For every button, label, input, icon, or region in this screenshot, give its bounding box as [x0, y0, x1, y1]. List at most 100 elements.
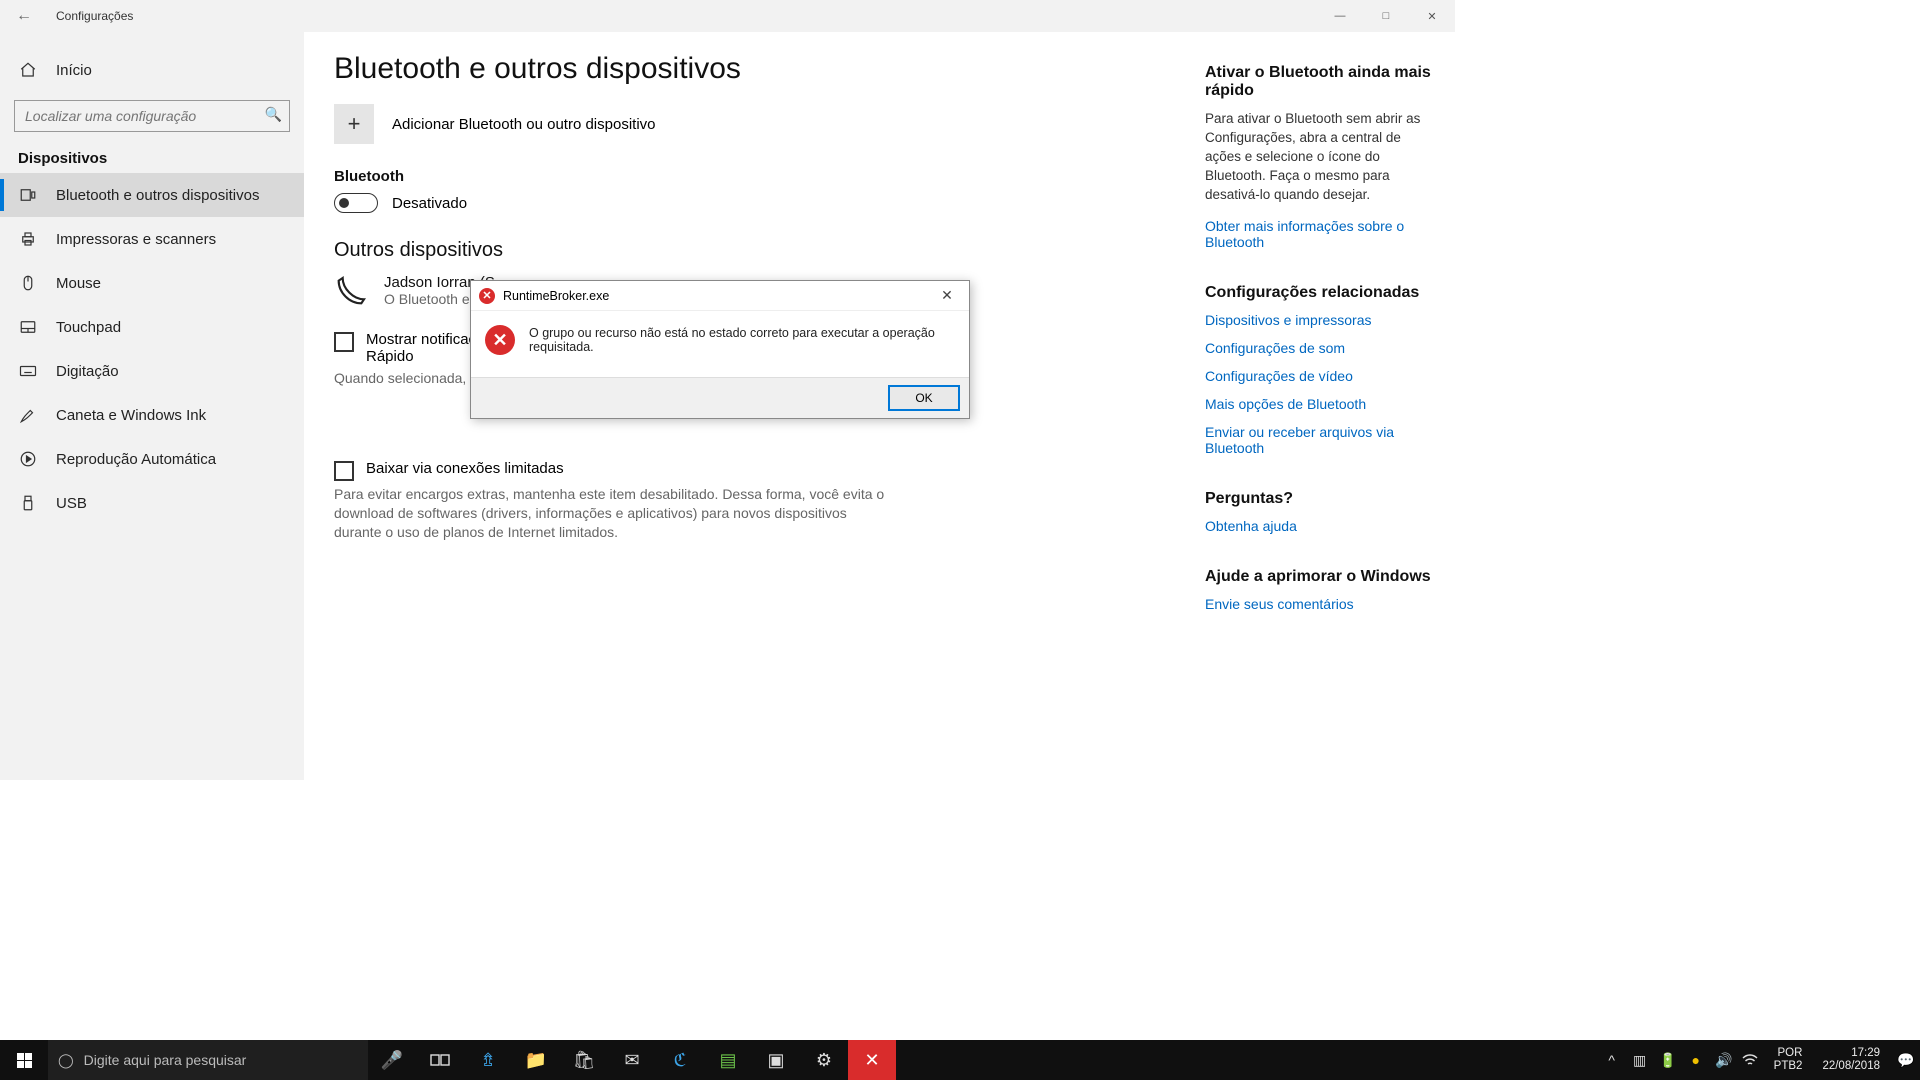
dialog-ok-button[interactable]: OK — [889, 386, 959, 410]
tray-date: 22/08/2018 — [1822, 1060, 1880, 1073]
action-center-icon[interactable]: 💬 — [1896, 1052, 1916, 1069]
taskbar-search[interactable]: ◯ Digite aqui para pesquisar — [48, 1040, 368, 1080]
sidebar-item-printers[interactable]: Impressoras e scanners — [0, 217, 304, 261]
dialog-titlebar: ✕ RuntimeBroker.exe ✕ — [471, 281, 969, 311]
sidebar-item-touchpad[interactable]: Touchpad — [0, 305, 304, 349]
usb-icon — [18, 494, 38, 512]
keyboard-icon — [18, 362, 38, 380]
titlebar: ← Configurações — □ ✕ — [0, 0, 1455, 32]
pen-icon — [18, 406, 38, 424]
tip-link[interactable]: Obter mais informações sobre o Bluetooth — [1205, 218, 1433, 250]
search-box[interactable]: 🔍 — [14, 100, 290, 132]
related-link-more-bt[interactable]: Mais opções de Bluetooth — [1205, 396, 1433, 412]
sidebar-item-typing[interactable]: Digitação — [0, 349, 304, 393]
maximize-button[interactable]: □ — [1363, 0, 1409, 32]
phone-icon — [334, 274, 370, 307]
back-button[interactable]: ← — [14, 7, 34, 25]
taskbar-app-edge[interactable]: ⇯ — [464, 1040, 512, 1080]
right-column: Ativar o Bluetooth ainda mais rápido Par… — [1205, 32, 1455, 780]
bluetooth-toggle[interactable] — [334, 193, 378, 213]
page-title: Bluetooth e outros dispositivos — [334, 52, 1175, 86]
taskbar-app-ie[interactable]: ℭ — [656, 1040, 704, 1080]
error-icon: ✕ — [479, 288, 495, 304]
taskbar-app-explorer[interactable]: 📁 — [512, 1040, 560, 1080]
search-icon: 🔍 — [265, 106, 282, 123]
close-button[interactable]: ✕ — [1409, 0, 1455, 32]
windows-logo-icon — [17, 1053, 32, 1068]
system-tray: ^ ▥ 🔋 ● 🔊 POR PTB2 17:29 22/08/2018 💬 — [1602, 1047, 1920, 1073]
questions-title: Perguntas? — [1205, 490, 1433, 508]
feedback-link[interactable]: Envie seus comentários — [1205, 596, 1433, 612]
sidebar-item-pen[interactable]: Caneta e Windows Ink — [0, 393, 304, 437]
mic-icon[interactable]: 🎤 — [368, 1040, 416, 1080]
bluetooth-toggle-state: Desativado — [392, 195, 467, 212]
search-input[interactable] — [14, 100, 290, 132]
plus-icon: + — [348, 111, 361, 137]
other-devices-title: Outros dispositivos — [334, 239, 1175, 262]
sidebar-item-label: USB — [56, 495, 87, 512]
tray-language[interactable]: POR PTB2 — [1770, 1047, 1807, 1073]
sidebar-category: Dispositivos — [0, 150, 304, 173]
feedback-title: Ajude a aprimorar o Windows — [1205, 568, 1433, 586]
dialog-close-button[interactable]: ✕ — [933, 287, 961, 304]
error-icon-large: ✕ — [485, 325, 515, 355]
add-device-label: Adicionar Bluetooth ou outro dispositivo — [392, 116, 656, 133]
metered-checkbox[interactable] — [334, 461, 354, 481]
taskbar-app-store[interactable]: 🛍 — [560, 1040, 608, 1080]
touchpad-icon — [18, 318, 38, 336]
printer-icon — [18, 230, 38, 248]
sidebar-item-label: Touchpad — [56, 319, 121, 336]
sidebar-item-label: Impressoras e scanners — [56, 231, 216, 248]
dialog-footer: OK — [471, 377, 969, 418]
sidebar-item-bluetooth[interactable]: Bluetooth e outros dispositivos — [0, 173, 304, 217]
bluetooth-toggle-row: Desativado — [334, 193, 1175, 213]
cortana-icon: ◯ — [58, 1052, 74, 1069]
tray-volume-icon[interactable]: 🔊 — [1714, 1052, 1734, 1069]
tray-clock[interactable]: 17:29 22/08/2018 — [1814, 1047, 1888, 1073]
add-device-button[interactable]: + — [334, 104, 374, 144]
error-dialog: ✕ RuntimeBroker.exe ✕ ✕ O grupo ou recur… — [470, 280, 970, 419]
add-device-row[interactable]: + Adicionar Bluetooth ou outro dispositi… — [334, 104, 1175, 144]
related-link-sound[interactable]: Configurações de som — [1205, 340, 1433, 356]
tray-app-icon[interactable]: ● — [1686, 1052, 1706, 1068]
tray-battery-saver-icon[interactable]: ▥ — [1630, 1052, 1650, 1069]
sidebar-home-label: Início — [56, 62, 92, 79]
sidebar-home[interactable]: Início — [0, 50, 304, 90]
bluetooth-section-title: Bluetooth — [334, 168, 1175, 185]
tray-up-icon[interactable]: ^ — [1602, 1052, 1622, 1068]
dialog-title: RuntimeBroker.exe — [503, 289, 609, 303]
sidebar: Início 🔍 Dispositivos Bluetooth e outros… — [0, 32, 304, 780]
sidebar-item-usb[interactable]: USB — [0, 481, 304, 525]
taskbar-app-error[interactable]: ✕ — [848, 1040, 896, 1080]
related-title: Configurações relacionadas — [1205, 284, 1433, 302]
related-link-devices[interactable]: Dispositivos e impressoras — [1205, 312, 1433, 328]
taskbar-search-placeholder: Digite aqui para pesquisar — [84, 1052, 247, 1068]
related-link-send-files[interactable]: Enviar ou receber arquivos via Bluetooth — [1205, 424, 1433, 456]
sidebar-item-label: Mouse — [56, 275, 101, 292]
sidebar-item-label: Caneta e Windows Ink — [56, 407, 206, 424]
sidebar-item-mouse[interactable]: Mouse — [0, 261, 304, 305]
minimize-button[interactable]: — — [1317, 0, 1363, 32]
tray-time: 17:29 — [1851, 1047, 1880, 1060]
metered-checkbox-row[interactable]: Baixar via conexões limitadas — [334, 460, 894, 481]
related-link-video[interactable]: Configurações de vídeo — [1205, 368, 1433, 384]
notify-checkbox[interactable] — [334, 332, 354, 352]
task-view-button[interactable] — [416, 1040, 464, 1080]
taskbar-app-mail[interactable]: ✉ — [608, 1040, 656, 1080]
taskbar-app-gray[interactable]: ▣ — [752, 1040, 800, 1080]
tip-title: Ativar o Bluetooth ainda mais rápido — [1205, 64, 1433, 100]
dialog-message: O grupo ou recurso não está no estado co… — [529, 326, 955, 354]
notify-checkbox-label2: Rápido — [366, 348, 414, 365]
sidebar-item-autoplay[interactable]: Reprodução Automática — [0, 437, 304, 481]
mouse-icon — [18, 274, 38, 292]
metered-help-text: Para evitar encargos extras, mantenha es… — [334, 485, 894, 542]
get-help-link[interactable]: Obtenha ajuda — [1205, 518, 1433, 534]
window-title: Configurações — [56, 9, 133, 23]
sidebar-item-label: Bluetooth e outros dispositivos — [56, 187, 259, 204]
devices-icon — [18, 186, 38, 204]
tray-wifi-icon[interactable] — [1742, 1053, 1762, 1067]
start-button[interactable] — [0, 1040, 48, 1080]
taskbar-app-settings[interactable]: ⚙ — [800, 1040, 848, 1080]
tray-battery-icon[interactable]: 🔋 — [1658, 1052, 1678, 1069]
taskbar-app-green[interactable]: ▤ — [704, 1040, 752, 1080]
